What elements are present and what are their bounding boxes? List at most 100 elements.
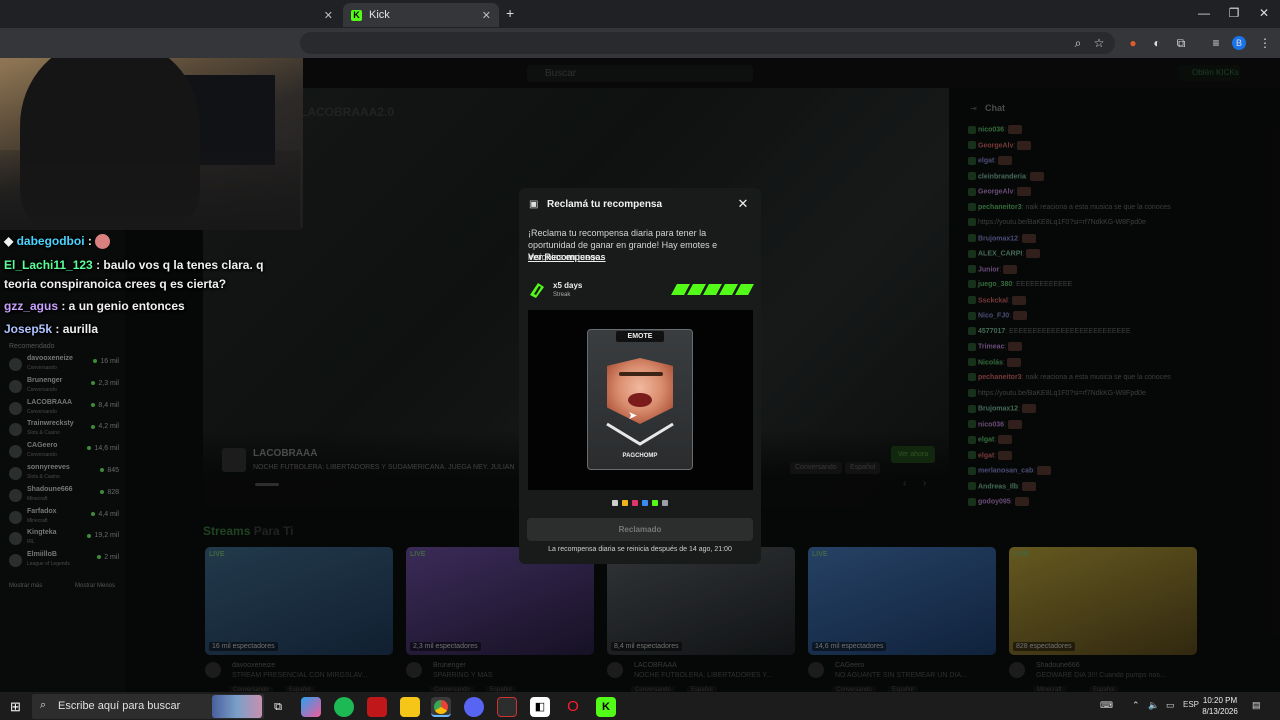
sidebar-item-category: IRL	[27, 539, 35, 546]
new-tab-button[interactable]: +	[506, 5, 514, 21]
extension-icon[interactable]: ●	[1124, 34, 1142, 52]
sidebar-item[interactable]: Brunenger Conversando 2,3 mil	[9, 377, 121, 397]
sidebar-item-name: Farfadox	[27, 507, 57, 515]
claimed-button[interactable]: Reclamado	[527, 518, 753, 541]
sidebar-item[interactable]: Shadoune666 Minecraft 828	[9, 486, 121, 506]
spotify-icon[interactable]	[334, 697, 354, 717]
chrome-icon[interactable]	[431, 697, 451, 717]
opera-icon[interactable]: O	[563, 697, 583, 717]
overlay-username: dabegodboi	[16, 234, 85, 248]
window-close-icon[interactable]: ✕	[1250, 6, 1278, 22]
search-icon: ⌕	[40, 699, 47, 711]
notifications-icon[interactable]: ▤	[1252, 700, 1261, 711]
show-less-link[interactable]: Mostrar Menos	[75, 583, 115, 589]
live-dot-icon	[91, 511, 96, 516]
live-dot-icon	[91, 380, 96, 385]
reward-reset-text: La recompensa diaria se reinicia después…	[548, 546, 732, 553]
modal-close-icon[interactable]: ✕	[736, 197, 750, 211]
taskbar-clock[interactable]: 10:20 PM 8/13/2026	[1200, 695, 1240, 717]
kick-app-icon[interactable]: K	[596, 697, 616, 717]
sidebar-item-name: Kingteka	[27, 529, 57, 537]
volume-icon[interactable]: 🔈	[1148, 700, 1159, 711]
live-dot-icon	[91, 424, 96, 429]
reward-type-badge: EMOTE	[616, 331, 664, 342]
sidebar-item[interactable]: Trainwrecksty Slots & Casino 4,2 mil	[9, 420, 121, 440]
live-dot-icon	[87, 533, 92, 538]
tray-chevron-icon[interactable]: ⌃	[1132, 700, 1140, 711]
overlay-message: : a un genio entonces	[58, 299, 185, 313]
keyboard-icon[interactable]: ⌨	[1100, 700, 1113, 711]
reward-dot[interactable]	[632, 500, 638, 506]
zoom-icon[interactable]: ⌕	[1069, 34, 1087, 52]
windows-start-icon[interactable]: ⊞	[10, 699, 21, 715]
streak-progress	[671, 284, 754, 295]
restore-icon[interactable]: ❐	[1220, 6, 1248, 22]
viewer-count: 4,2 mil	[91, 423, 119, 430]
sidebar-item[interactable]: CAGeero Conversando 14,6 mil	[9, 442, 121, 462]
profile-avatar[interactable]: B	[1232, 36, 1246, 50]
file-explorer-icon[interactable]	[400, 697, 420, 717]
emote-icon	[95, 234, 111, 250]
avatar	[9, 510, 22, 524]
voicemod-icon[interactable]	[367, 697, 387, 717]
overlay-username: El_Lachi11_123	[4, 258, 93, 272]
live-dot-icon	[100, 468, 105, 473]
browser-tab-kick[interactable]: K Kick ✕	[343, 3, 499, 27]
extension-icon[interactable]: ◐	[1148, 34, 1166, 52]
app-icon[interactable]: ◧	[530, 697, 550, 717]
puzzle-icon[interactable]: ⧉	[1172, 34, 1190, 52]
sidebar-item-category: Conversando	[27, 386, 57, 393]
task-view-icon[interactable]: ⧉	[268, 697, 288, 717]
show-more-link[interactable]: Mostrar más	[9, 583, 42, 589]
sidebar-item-category: Slots & Casino	[27, 430, 60, 437]
search-highlight-image	[212, 695, 262, 718]
discord-icon[interactable]	[464, 697, 484, 717]
avatar	[9, 445, 22, 459]
media-icon[interactable]: ≡	[1207, 34, 1225, 52]
close-tab-icon[interactable]: ✕	[324, 9, 333, 22]
viewer-count-value: 828	[107, 488, 119, 496]
close-tab-icon[interactable]: ✕	[482, 9, 491, 22]
bookmark-star-icon[interactable]: ☆	[1090, 34, 1108, 52]
sidebar-item[interactable]: davooxeneize Conversando 16 mil	[9, 355, 121, 375]
viewer-count-value: 2 mil	[104, 554, 119, 562]
sidebar-item-category: Conversando	[27, 365, 57, 371]
viewer-count: 4,4 mil	[91, 511, 119, 518]
sidebar-item[interactable]: sonnyreeves Slots & Casino 845	[9, 464, 121, 484]
gift-icon: ▣	[529, 199, 539, 210]
streak-days: x5 days	[553, 281, 583, 290]
chevron-down-icon	[606, 422, 674, 446]
obs-icon[interactable]	[497, 697, 517, 717]
language-indicator[interactable]: ESP	[1183, 700, 1199, 709]
sidebar-heading: Recomendado	[9, 343, 55, 350]
sidebar-item[interactable]: Farfadox Minecraft 4,4 mil	[9, 508, 121, 528]
reward-dot[interactable]	[642, 500, 648, 506]
streak-ticket-icon	[530, 283, 544, 298]
overlay-message: : baulo vos q la tenes clara. q	[92, 258, 264, 272]
network-icon[interactable]: ▭	[1166, 700, 1175, 711]
sidebar-item-category: Minecraft	[27, 495, 48, 502]
reward-dot[interactable]	[652, 500, 658, 506]
tab-label: Kick	[369, 9, 390, 21]
browser-menu-icon[interactable]: ⋮	[1256, 34, 1274, 52]
reward-dot[interactable]	[622, 500, 628, 506]
sidebar-item[interactable]: LACOBRAAA Conversando 8,4 mil	[9, 399, 121, 419]
browser-tab-prev[interactable]: ✕	[303, 3, 341, 27]
overlay-chat-line: gzz_agus : a un genio entonces	[4, 299, 185, 313]
sidebar-item-category: League of Legends	[27, 561, 70, 568]
reward-dot[interactable]	[612, 500, 618, 506]
viewer-count-value: 4,4 mil	[98, 510, 119, 518]
viewer-count: 14,6 mil	[87, 445, 119, 452]
avatar	[9, 401, 22, 415]
minimize-icon[interactable]: —	[1190, 6, 1218, 22]
sidebar-item[interactable]: Kingteka IRL 19,2 mil	[9, 529, 121, 549]
sidebar-item[interactable]: ElmiilloB League of Legends 2 mil	[9, 551, 121, 571]
viewer-count-value: 4,2 mil	[98, 423, 119, 431]
sidebar-item-name: Shadoune666	[27, 485, 73, 493]
copilot-icon[interactable]	[301, 697, 321, 717]
view-rewards-link[interactable]: Ver Recompensas	[528, 252, 606, 262]
reward-dot[interactable]	[662, 500, 668, 506]
address-bar[interactable]	[300, 32, 1115, 54]
avatar	[9, 532, 22, 546]
live-dot-icon	[91, 402, 96, 407]
